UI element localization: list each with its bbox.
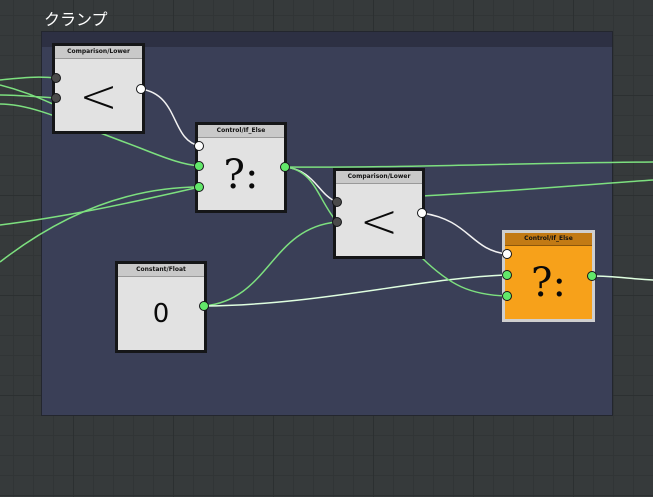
- output-port[interactable]: [136, 84, 146, 94]
- wire: [421, 179, 653, 197]
- wire: [591, 275, 653, 281]
- wire: [421, 257, 508, 297]
- node-title: Comparison/Lower: [336, 171, 422, 184]
- input-port[interactable]: [502, 249, 512, 259]
- wire: [140, 88, 201, 147]
- wire: [203, 274, 508, 307]
- input-port[interactable]: [332, 217, 342, 227]
- node-title: Constant/Float: [118, 264, 204, 277]
- wire: [421, 212, 508, 255]
- node-title: Control/If_Else: [198, 125, 284, 138]
- input-port[interactable]: [332, 197, 342, 207]
- wire: [284, 166, 338, 223]
- output-port[interactable]: [417, 208, 427, 218]
- node-title: Comparison/Lower: [55, 46, 142, 59]
- node-title: Control/If_Else: [505, 233, 592, 246]
- wire: [203, 221, 338, 307]
- input-port[interactable]: [502, 291, 512, 301]
- input-port[interactable]: [502, 270, 512, 280]
- input-port[interactable]: [51, 93, 61, 103]
- output-port[interactable]: [199, 301, 209, 311]
- wire: [0, 186, 201, 263]
- ternary-symbol: ?:: [531, 260, 566, 306]
- node-comparison-lower-1[interactable]: Comparison/Lower <: [52, 43, 145, 134]
- wire: [0, 76, 58, 81]
- node-comparison-lower-2[interactable]: Comparison/Lower <: [333, 168, 425, 259]
- node-constant-float[interactable]: Constant/Float 0: [115, 261, 207, 353]
- output-port[interactable]: [280, 162, 290, 172]
- wire: [284, 161, 653, 168]
- input-port[interactable]: [194, 141, 204, 151]
- wire: [284, 166, 338, 203]
- wire: [0, 94, 58, 99]
- input-port[interactable]: [194, 161, 204, 171]
- node-if-else-1[interactable]: Control/If_Else ?:: [195, 122, 287, 213]
- output-port[interactable]: [587, 271, 597, 281]
- input-port[interactable]: [194, 182, 204, 192]
- less-than-symbol: <: [359, 193, 399, 248]
- node-if-else-2-selected[interactable]: Control/If_Else ?:: [502, 230, 595, 322]
- constant-value: 0: [152, 299, 170, 329]
- ternary-symbol: ?:: [223, 151, 259, 198]
- less-than-symbol: <: [79, 68, 118, 123]
- input-port[interactable]: [51, 73, 61, 83]
- wire: [0, 186, 201, 226]
